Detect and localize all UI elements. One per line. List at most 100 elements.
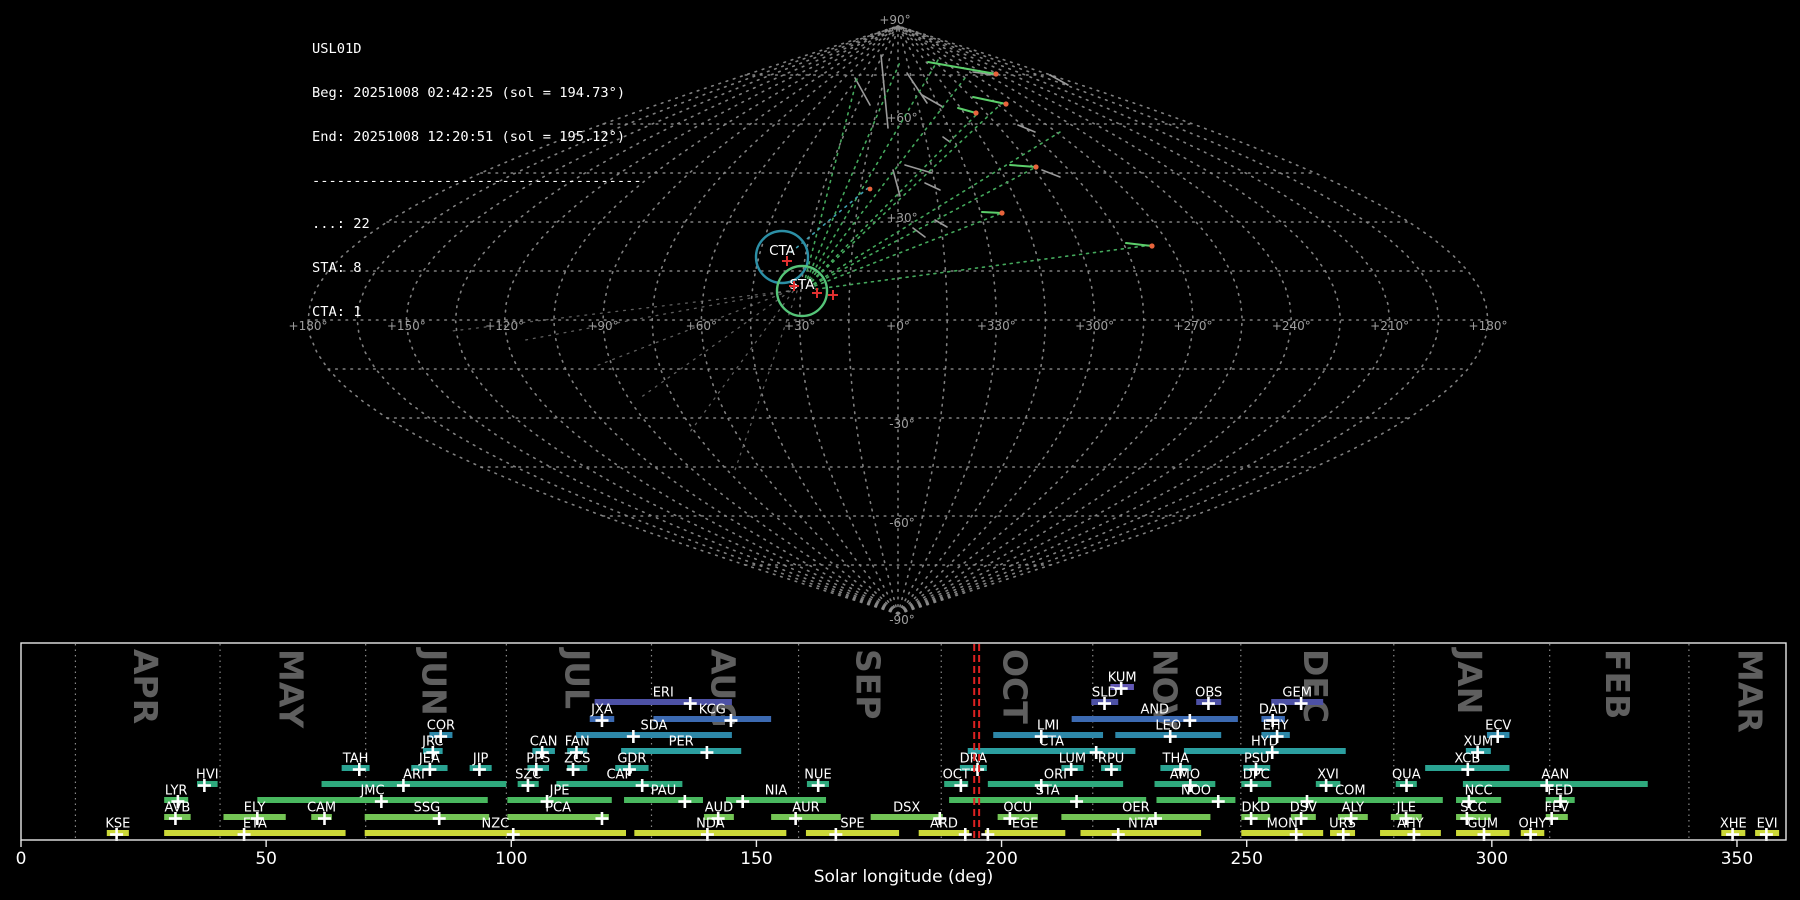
shower-trail-projection (804, 74, 859, 279)
shower-code-label: ORI (1044, 768, 1067, 783)
radiant-cross-marker (828, 290, 838, 300)
lat-label: +30° (886, 211, 917, 225)
month-label: JUL (557, 647, 596, 709)
shower-code-label: PCA (545, 801, 571, 816)
shower-entry-urs: URS (1329, 817, 1356, 841)
count-sporadic: ...: 22 (312, 216, 370, 233)
month-label: SEP (848, 649, 887, 720)
shower-code-label: COR (427, 719, 455, 734)
detected-meteor-trail (972, 96, 1007, 105)
shower-code-label: JLE (1396, 801, 1416, 816)
shower-entry-cam: CAM (307, 801, 336, 825)
shower-entry-ohy: OHY (1519, 817, 1547, 841)
shower-entry-ahy: AHY (1380, 817, 1441, 841)
shower-code-label: XCB (1454, 752, 1480, 767)
shower-code-label: STA (1036, 784, 1060, 799)
shower-entry-pau: PAU (624, 784, 703, 808)
shower-entry-ard: ARD (918, 817, 972, 841)
shower-code-label: CAP (606, 768, 632, 783)
shower-code-label: KSE (105, 817, 130, 832)
shower-entry-rpu: RPU (1098, 752, 1124, 776)
shower-code-label: ARI (403, 768, 425, 783)
shower-entry-nta: NTA (1080, 817, 1202, 841)
shower-code-label: QUA (1392, 768, 1421, 783)
shower-entry-hvi: HVI (196, 768, 219, 792)
shower-entry-qua: QUA (1392, 768, 1421, 792)
station-id: USL01D (312, 41, 362, 58)
shower-code-label: AUD (705, 801, 733, 816)
shower-code-label: SPE (840, 817, 864, 832)
x-tick-label: 150 (740, 849, 772, 869)
detected-meteor-trail (957, 107, 977, 114)
shower-code-label: SCC (1460, 801, 1486, 816)
shower-code-label: OBS (1195, 686, 1222, 701)
shower-code-label: AVB (164, 801, 190, 816)
shower-entry-xcb: XCB (1425, 752, 1510, 776)
shower-code-label: THA (1162, 752, 1190, 767)
meteor-tip (1033, 164, 1039, 170)
x-tick-label: 250 (1230, 849, 1262, 869)
shower-code-label: FAN (565, 735, 590, 750)
month-label: OCT (995, 649, 1034, 724)
shower-code-label: NIA (765, 784, 788, 799)
trail-extension (734, 290, 798, 471)
shower-code-label: HYD (1251, 735, 1279, 750)
shower-entry-gum: GUM (1456, 817, 1510, 841)
meteor-tip (999, 210, 1005, 216)
sky-and-timeline-plot: +180°+150°+120°+90°+60°+30°+0°+330°+300°… (16, 13, 1787, 887)
shower-entry-avb: AVB (164, 801, 191, 825)
shower-trail-projection (815, 244, 1153, 290)
shower-code-label: NUE (804, 768, 831, 783)
shower-code-label: ECV (1485, 719, 1511, 734)
sporadic-meteor-trail (924, 182, 941, 191)
lon-label: +180° (1469, 319, 1508, 333)
info-panel: USL01D Beg: 20251008 02:42:25 (sol = 194… (312, 13, 642, 349)
shower-code-label: ZCS (564, 752, 590, 767)
shower-entry-dpc: DPC (1241, 768, 1272, 792)
lon-label: +240° (1272, 319, 1311, 333)
count-sta: STA: 8 (312, 260, 362, 277)
shower-entry-nzc: NZC (364, 817, 627, 841)
lon-label: +60° (686, 319, 717, 333)
shower-code-label: HVI (196, 768, 219, 783)
timeline-chart: APR MAY JUN JUL AUG SEP OCT NOV DEC JAN FEB MARKUME… (16, 642, 1787, 887)
count-cta: CTA: 1 (312, 303, 362, 320)
x-axis-title: Solar longitude (deg) (814, 867, 994, 887)
shower-entry-oct: OCT (943, 768, 970, 792)
shower-code-label: NZC (481, 817, 509, 832)
month-label: APR (126, 649, 165, 724)
shower-code-label: NCC (1465, 784, 1493, 799)
sporadic-meteor-trail (904, 164, 933, 174)
month-label: FEB (1598, 649, 1637, 719)
lat-label: +60° (886, 111, 917, 125)
end-time-line: End: 20251008 12:20:51 (sol = 195.12°) (312, 128, 626, 145)
lat-label: -60° (889, 516, 915, 530)
shower-entry-sld: SLD (1091, 686, 1119, 710)
sporadic-meteor-trail (912, 227, 926, 238)
shower-code-label: FEV (1544, 801, 1569, 816)
shower-entry-pca: PCA (507, 801, 609, 825)
shower-entry-szc: SZC (515, 768, 541, 792)
shower-code-label: DSV (1290, 801, 1317, 816)
shower-code-label: JIP (472, 752, 489, 767)
shower-code-label: ELY (244, 801, 266, 816)
shower-code-label: SDA (640, 719, 667, 734)
meteor-tip (1149, 243, 1155, 249)
detected-meteor-trail (1125, 242, 1153, 247)
shower-code-label: CAM (307, 801, 336, 816)
divider-line: ---------------------------------------- (312, 172, 642, 189)
sporadic-meteor-trail (942, 136, 951, 143)
shower-code-label: SLD (1092, 686, 1118, 701)
shower-code-label: XVI (1317, 768, 1339, 783)
shower-code-label: URS (1329, 817, 1356, 832)
lon-label: +210° (1370, 319, 1409, 333)
shower-code-label: DSX (893, 801, 920, 816)
shower-entry-nda: NDA (634, 817, 787, 841)
shower-code-label: JMC (359, 784, 384, 799)
shower-entry-mon: MON (1241, 817, 1324, 841)
shower-code-label: COM (1335, 784, 1366, 799)
x-tick-label: 350 (1721, 849, 1753, 869)
shower-code-label: NTA (1128, 817, 1154, 832)
shower-entry-aur: AUR (771, 801, 841, 825)
radiant-plot-screen: +180°+150°+120°+90°+60°+30°+0°+330°+300°… (0, 0, 1800, 900)
